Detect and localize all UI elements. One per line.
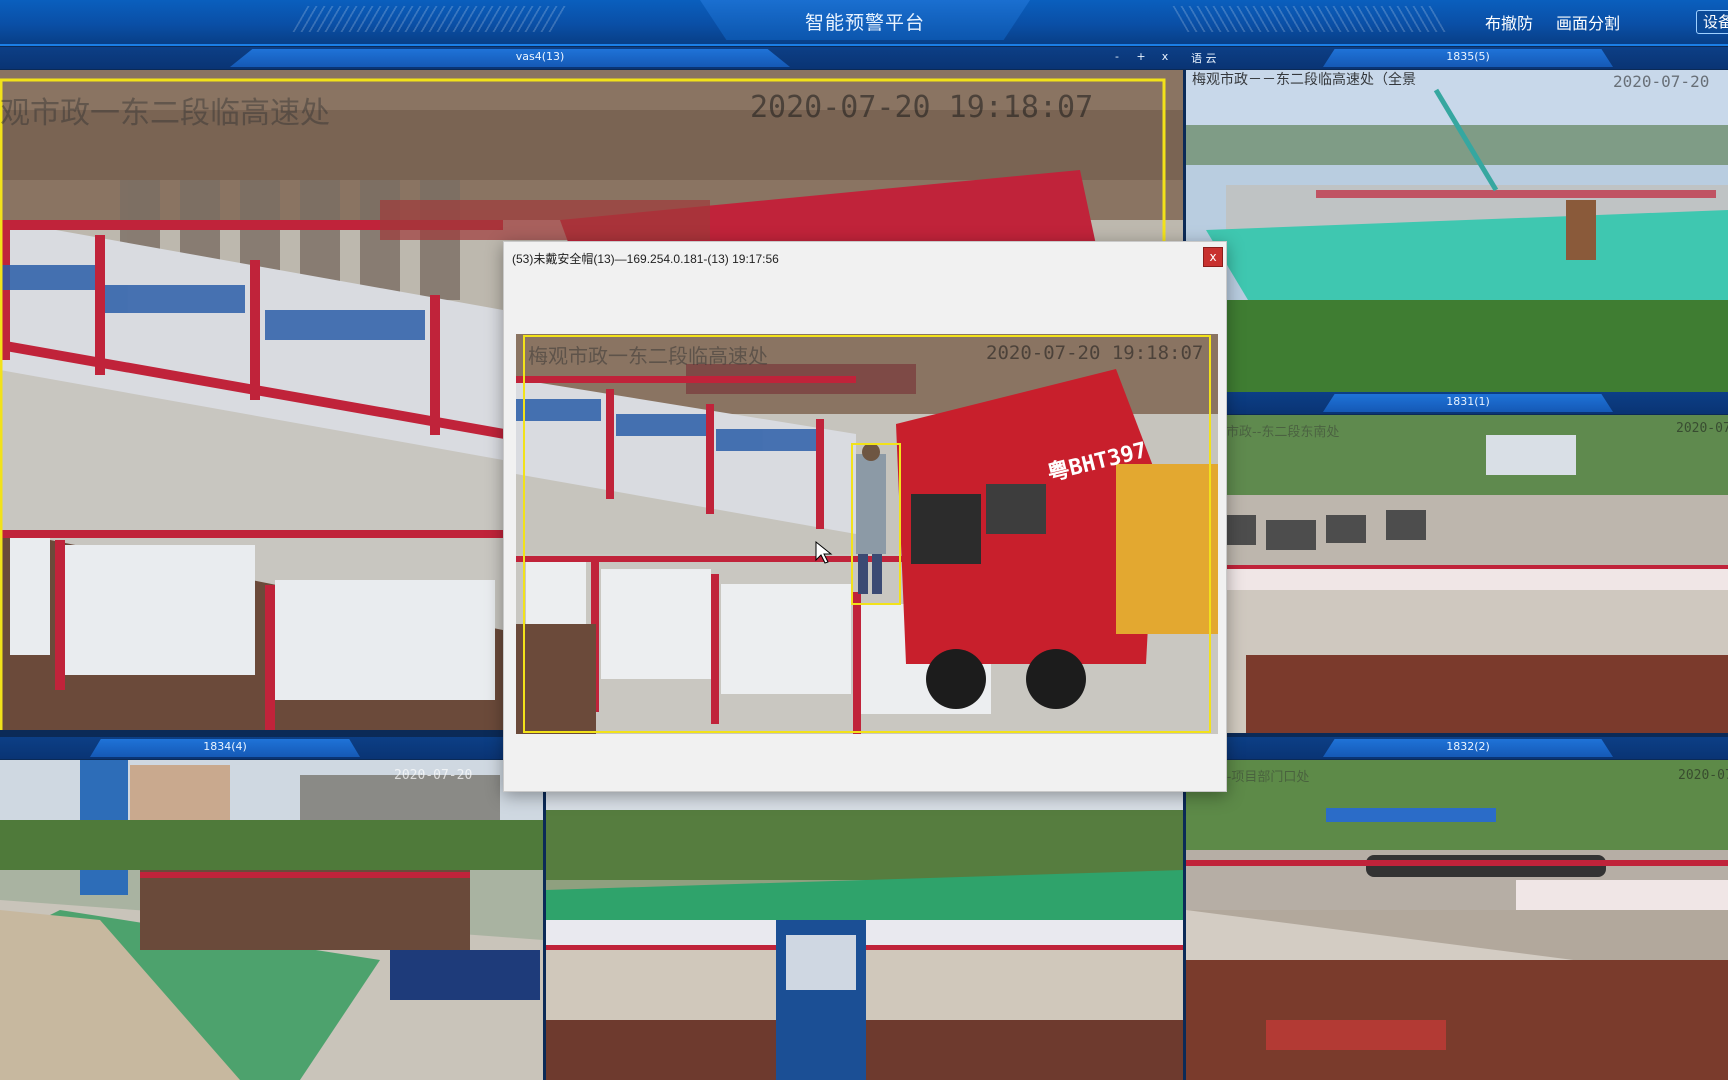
panel-label: 1835(5) [1446,50,1490,63]
feed-scene [1186,760,1728,1080]
camera-feed-1832[interactable]: 市政--项目部门口处 2020-07 [1186,760,1728,1080]
minimize-button[interactable]: - [1110,50,1124,63]
device-button[interactable]: 设备 [1696,10,1728,34]
feed-caption: 梅观市政－－东二段临高速处（全景 [1192,72,1416,88]
feed-timestamp: 2020-07-20 [1613,72,1710,91]
panel-header-bottom-right: 1832(2) [1183,737,1728,759]
feed-scene [0,760,543,1080]
close-panel-button[interactable]: x [1158,50,1172,63]
screen-split-button[interactable]: 画面分割 [1556,10,1620,34]
panel-header-bottom-left: 1834(4) [0,737,545,759]
panel-label: vas4(13) [515,50,565,63]
header-decoration-left [292,6,568,32]
top-bar: 智能预警平台 布撤防 画面分割 设备 [0,0,1728,46]
camera-feed-bottom-middle[interactable] [546,790,1183,1080]
feed-scene [546,790,1183,1080]
feed-timestamp: 2020-07-20 19:18:07 [750,90,1094,125]
header-decoration-right [1172,6,1448,32]
camera-feed-1835[interactable]: 梅观市政－－东二段临高速处（全景 2020-07-20 [1186,70,1728,392]
panel-header-mid-right: 1831(1) [1183,392,1728,414]
maximize-button[interactable]: + [1134,50,1148,63]
feed-timestamp: 2020-07 [1678,768,1728,783]
feed-scene [1186,415,1728,733]
app-title: 智能预警平台 [804,12,925,34]
panel-header-top-left: vas4(13) - + x [0,47,1183,69]
alert-dialog[interactable]: (53)未戴安全帽(13)—169.254.0.181-(13) 19:17:5… [503,241,1227,792]
snapshot-caption: 梅观市政一东二段临高速处 [528,344,768,368]
panel-label: 1831(1) [1446,395,1490,408]
panel-header-top-right: 语 云 1835(5) [1183,47,1728,69]
panel-label: 1832(2) [1446,740,1490,753]
panel-overflow-text: 语 云 [1191,52,1217,65]
snapshot-timestamp: 2020-07-20 19:18:07 [986,342,1204,364]
panel-label: 1834(4) [203,740,247,753]
feed-timestamp: 2020-07 [1676,421,1728,436]
camera-feed-1834[interactable]: 2020-07-20 [0,760,543,1080]
snapshot-scene [516,334,1218,734]
close-icon[interactable]: x [1203,247,1223,267]
alert-snapshot: 梅观市政一东二段临高速处 2020-07-20 19:18:07 粤BHT397 [516,334,1218,734]
dialog-title: (53)未戴安全帽(13)—169.254.0.181-(13) 19:17:5… [512,252,779,266]
feed-scene [1186,70,1728,392]
feed-caption: 观市政一东二段临高速处 [0,96,330,131]
feed-timestamp: 2020-07-20 [394,768,473,783]
camera-feed-1831[interactable]: 市政--东二段东南处 2020-07 [1186,415,1728,733]
arm-disarm-button[interactable]: 布撤防 [1485,10,1533,34]
feed-caption: 市政--东二段东南处 [1226,425,1340,440]
